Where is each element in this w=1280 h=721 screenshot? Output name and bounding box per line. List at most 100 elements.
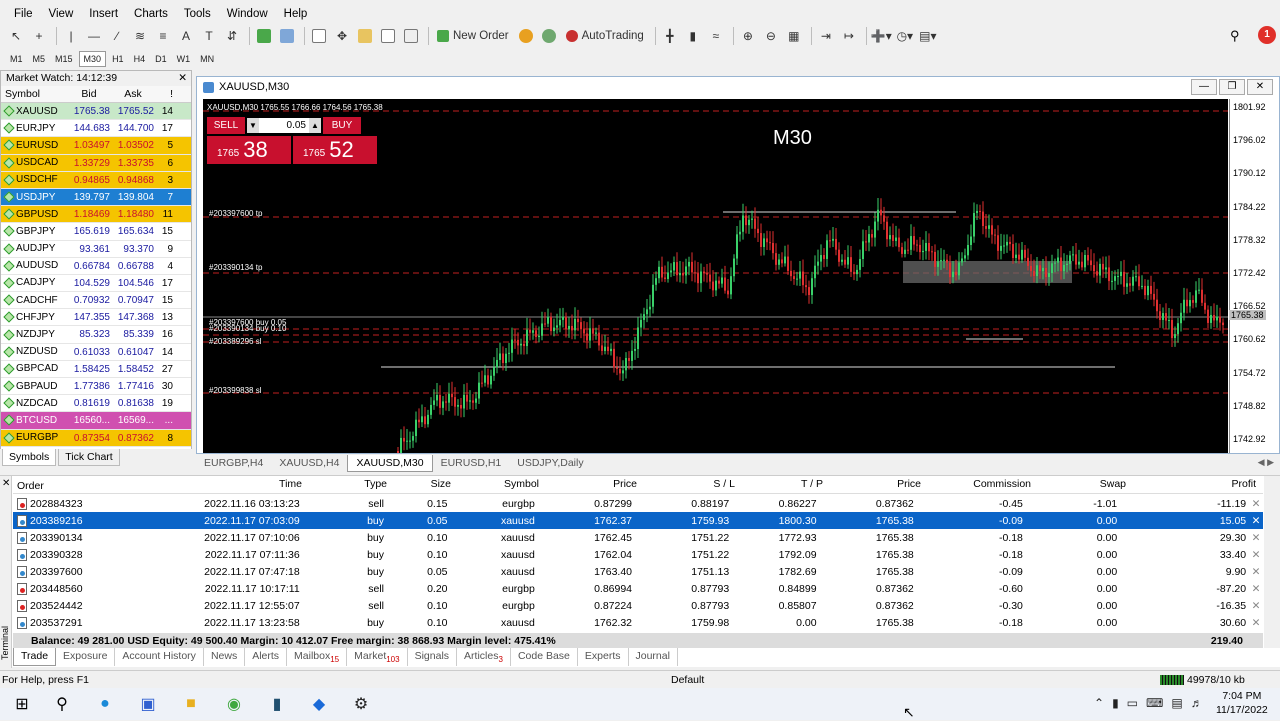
timeframe-w1[interactable]: W1 xyxy=(173,52,195,66)
menu-view[interactable]: View xyxy=(41,8,82,20)
buy-button[interactable]: BUY xyxy=(323,117,361,134)
navigator-icon[interactable]: ✥ xyxy=(332,26,352,46)
menu-window[interactable]: Window xyxy=(219,8,276,20)
chart-tab[interactable]: XAUUSD,H4 xyxy=(271,455,347,472)
market-watch-row[interactable]: EURUSD 1.03497 1.03502 5 xyxy=(1,137,191,155)
close-icon[interactable]: ✕ xyxy=(178,71,187,86)
header-commission[interactable]: Commission xyxy=(924,478,1034,493)
terminal-tab-mailbox[interactable]: Mailbox15 xyxy=(287,648,348,666)
zoom-in-icon[interactable]: ⊕ xyxy=(738,26,758,46)
trade-row[interactable]: 203448560 2022.11.17 10:17:11 sell 0.20 eurg… xyxy=(13,580,1263,597)
terminal-tab-news[interactable]: News xyxy=(204,648,246,666)
trade-row[interactable]: 203537291 2022.11.17 13:23:58 buy 0.10 xauus… xyxy=(13,614,1263,631)
close-order-icon[interactable]: ✕ xyxy=(1249,617,1263,629)
terminal-tab-articles[interactable]: Articles3 xyxy=(457,648,511,666)
volume-up-icon[interactable]: ▲ xyxy=(309,118,321,133)
notification-badge[interactable]: 1 xyxy=(1258,26,1276,44)
take-profit[interactable]: 0.86227 xyxy=(732,498,819,510)
timeframe-m1[interactable]: M1 xyxy=(6,52,27,66)
tab-tick-chart[interactable]: Tick Chart xyxy=(58,449,120,466)
header-order[interactable]: Order xyxy=(13,478,103,493)
market-watch-row[interactable]: GBPAUD 1.77386 1.77416 30 xyxy=(1,378,191,396)
buy-price-button[interactable]: 1765 52 xyxy=(293,136,377,164)
header-tp[interactable]: T / P xyxy=(738,478,826,493)
crosshair-icon[interactable]: + xyxy=(29,26,49,46)
chart-tab[interactable]: EURUSD,H1 xyxy=(433,455,510,472)
terminal-tab-exposure[interactable]: Exposure xyxy=(56,648,116,666)
chart-tab-active[interactable]: XAUUSD,M30 xyxy=(347,455,433,472)
close-icon[interactable]: ✕ xyxy=(1247,79,1273,95)
market-watch-row[interactable]: BTCUSD 16560... 16569...... xyxy=(1,412,191,430)
stop-loss[interactable]: 0.87793 xyxy=(635,583,732,595)
market-watch-row[interactable]: USDCHF 0.94865 0.94868 3 xyxy=(1,171,191,189)
header-current-price[interactable]: Price xyxy=(826,478,924,493)
tab-scroll-icon[interactable]: ◀ ▶ xyxy=(1258,457,1274,468)
market-watch-row[interactable]: GBPJPY 165.619 165.634 15 xyxy=(1,223,191,241)
indicators-icon[interactable]: ➕▾ xyxy=(871,26,892,46)
chevron-up-icon[interactable]: ⌃ xyxy=(1094,696,1104,710)
header-bid[interactable]: Bid xyxy=(68,86,112,102)
close-order-icon[interactable]: ✕ xyxy=(1249,549,1263,561)
app-icon[interactable]: ⚙ xyxy=(350,693,372,715)
vertical-line-icon[interactable]: | xyxy=(61,26,81,46)
metatrader-icon[interactable]: ◆ xyxy=(308,693,330,715)
text-label-icon[interactable]: T xyxy=(199,26,219,46)
app-icon[interactable]: ◉ xyxy=(223,693,245,715)
autotrading-button[interactable]: AutoTrading xyxy=(562,26,648,46)
timeframe-mn[interactable]: MN xyxy=(196,52,218,66)
header-time[interactable]: Time xyxy=(103,478,305,493)
profiles-icon[interactable] xyxy=(277,26,297,46)
periods-icon[interactable]: ◷▾ xyxy=(895,26,915,46)
header-sl[interactable]: S / L xyxy=(640,478,738,493)
tile-windows-icon[interactable]: ▦ xyxy=(784,26,804,46)
timeframe-m5[interactable]: M5 xyxy=(29,52,50,66)
edge-browser-icon[interactable]: ● xyxy=(94,693,116,715)
tester-icon[interactable] xyxy=(401,26,421,46)
market-watch-row[interactable]: USDJPY 139.797 139.804 7 xyxy=(1,188,191,207)
trade-row[interactable]: 203390134 2022.11.17 07:10:06 buy 0.10 xauus… xyxy=(13,529,1263,546)
restore-icon[interactable]: ❐ xyxy=(1219,79,1245,95)
terminal-tab-alerts[interactable]: Alerts xyxy=(245,648,288,666)
header-spread[interactable]: ! xyxy=(156,86,176,102)
market-watch-row[interactable]: CADJPY 104.529 104.546 17 xyxy=(1,274,191,293)
globe-icon[interactable] xyxy=(539,26,559,46)
windows-start-icon[interactable]: ⊞ xyxy=(11,693,33,715)
take-profit[interactable]: 0.85807 xyxy=(732,600,819,612)
market-watch-row[interactable]: EURGBP 0.87354 0.87362 8 xyxy=(1,429,191,447)
chart-tab[interactable]: USDJPY,Daily xyxy=(509,455,591,472)
header-size[interactable]: Size xyxy=(390,478,454,493)
market-watch-row[interactable]: AUDJPY 93.361 93.370 9 xyxy=(1,240,191,258)
stop-loss[interactable]: 0.88197 xyxy=(635,498,732,510)
stop-loss[interactable]: 1759.93 xyxy=(635,515,732,527)
terminal-tab-account-history[interactable]: Account History xyxy=(115,648,204,666)
templates-icon[interactable]: ▤▾ xyxy=(918,26,938,46)
market-watch-row[interactable]: NZDCAD 0.81619 0.81638 19 xyxy=(1,395,191,413)
market-watch-row[interactable]: XAUUSD 1765.38 1765.52 14 xyxy=(1,103,191,121)
header-type[interactable]: Type xyxy=(305,478,390,493)
folder-icon[interactable] xyxy=(355,26,375,46)
zoom-out-icon[interactable]: ⊖ xyxy=(761,26,781,46)
market-watch-row[interactable]: GBPUSD 1.18469 1.18480 11 xyxy=(1,206,191,224)
terminal-tab-market[interactable]: Market103 xyxy=(347,648,408,666)
market-watch-row[interactable]: CADCHF 0.70932 0.70947 15 xyxy=(1,292,191,310)
header-price[interactable]: Price xyxy=(542,478,640,493)
bar-chart-icon[interactable]: ╋ xyxy=(660,26,680,46)
market-watch-icon[interactable] xyxy=(309,26,329,46)
fibonacci-icon[interactable]: ≡ xyxy=(153,26,173,46)
menu-charts[interactable]: Charts xyxy=(126,8,176,20)
terminal-tab-signals[interactable]: Signals xyxy=(408,648,458,666)
take-profit[interactable]: 1800.30 xyxy=(732,515,819,527)
volume-field[interactable]: ▼ 0.05 ▲ xyxy=(247,118,321,133)
timeframe-h1[interactable]: H1 xyxy=(108,52,128,66)
candlestick-icon[interactable]: ▮ xyxy=(683,26,703,46)
microphone-icon[interactable]: ▮ xyxy=(1112,696,1119,710)
terminal-tab-code-base[interactable]: Code Base xyxy=(511,648,578,666)
minimize-icon[interactable]: — xyxy=(1191,79,1217,95)
market-watch-row[interactable]: EURJPY 144.683 144.700 17 xyxy=(1,120,191,138)
close-order-icon[interactable]: ✕ xyxy=(1249,566,1263,578)
close-order-icon[interactable]: ✕ xyxy=(1249,532,1263,544)
terminal-app-icon[interactable]: ▮ xyxy=(266,693,288,715)
trade-row[interactable]: 203397600 2022.11.17 07:47:18 buy 0.05 xauus… xyxy=(13,563,1263,580)
stop-loss[interactable]: 1759.98 xyxy=(635,617,732,629)
line-chart-icon[interactable]: ≈ xyxy=(706,26,726,46)
